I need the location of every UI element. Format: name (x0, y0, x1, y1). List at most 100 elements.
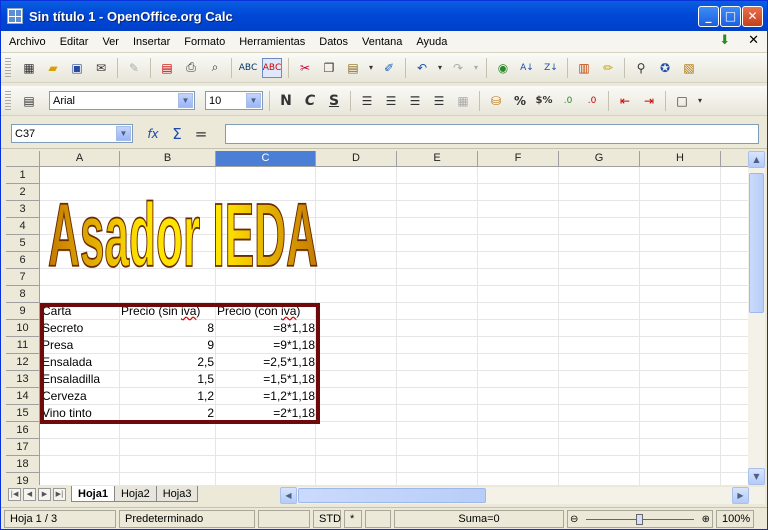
decrease-indent-icon[interactable]: ⇤ (615, 91, 635, 111)
borders-icon[interactable]: □ (672, 91, 692, 111)
scroll-thumb[interactable] (749, 173, 764, 313)
sum-icon[interactable]: Σ (167, 124, 187, 144)
sheet-tab-hoja2[interactable]: Hoja2 (113, 486, 157, 502)
open-folder-icon[interactable]: ▰ (43, 58, 63, 78)
row-header[interactable]: 10 (6, 320, 40, 337)
menu-herramientas[interactable]: Herramientas (239, 36, 305, 48)
row-header[interactable]: 16 (6, 422, 40, 439)
find-replace-icon[interactable]: ⚲ (631, 58, 651, 78)
gallery-icon[interactable]: ▧ (679, 58, 699, 78)
status-selection-mode[interactable]: STD (313, 509, 341, 528)
column-header-c[interactable]: C (216, 151, 316, 167)
close-document-icon[interactable]: ✕ (748, 33, 759, 48)
column-header-h[interactable]: H (640, 151, 721, 167)
last-sheet-icon[interactable]: ▶| (53, 487, 66, 501)
row-header[interactable]: 3 (6, 201, 40, 218)
delete-decimal-icon[interactable]: .0 (582, 91, 602, 111)
scroll-left-icon[interactable]: ◀ (280, 487, 297, 504)
menu-ver[interactable]: Ver (102, 36, 119, 48)
row-header[interactable]: 7 (6, 269, 40, 286)
column-header-d[interactable]: D (316, 151, 397, 167)
menu-editar[interactable]: Editar (60, 36, 89, 48)
row-header[interactable]: 19 (6, 473, 40, 485)
horizontal-scrollbar[interactable]: ◀ ▶ (280, 487, 765, 504)
undo-icon[interactable]: ↶ (412, 58, 432, 78)
spellcheck-icon[interactable]: ABC (238, 58, 258, 78)
zoom-level[interactable]: 100% (716, 509, 754, 528)
menu-archivo[interactable]: Archivo (9, 36, 46, 48)
font-name-combo[interactable]: Arial ▼ (49, 91, 195, 110)
update-download-icon[interactable]: ⬇ (719, 33, 730, 48)
first-sheet-icon[interactable]: |◀ (8, 487, 21, 501)
save-icon[interactable]: ▣ (67, 58, 87, 78)
currency-format-icon[interactable]: ⛁ (486, 91, 506, 111)
cut-icon[interactable]: ✂ (295, 58, 315, 78)
column-header-f[interactable]: F (478, 151, 559, 167)
email-icon[interactable]: ✉ (91, 58, 111, 78)
sheet-tab-hoja3[interactable]: Hoja3 (155, 486, 199, 502)
borders-dropdown-icon[interactable]: ▾ (696, 91, 704, 111)
column-header-partial[interactable] (721, 151, 748, 167)
menu-formato[interactable]: Formato (184, 36, 225, 48)
row-header[interactable]: 18 (6, 456, 40, 473)
row-header[interactable]: 1 (6, 167, 40, 184)
column-header-b[interactable]: B (120, 151, 216, 167)
row-header[interactable]: 2 (6, 184, 40, 201)
chevron-down-icon[interactable]: ▼ (178, 93, 193, 108)
justify-icon[interactable]: ☰ (429, 91, 449, 111)
underline-button[interactable]: S (324, 91, 344, 111)
print-icon[interactable]: ⎙ (181, 58, 201, 78)
align-left-icon[interactable]: ☰ (357, 91, 377, 111)
row-header[interactable]: 14 (6, 388, 40, 405)
standard-format-button[interactable]: $% (534, 91, 554, 111)
hscroll-thumb[interactable] (298, 488, 486, 503)
edit-file-icon[interactable]: ✎ (124, 58, 144, 78)
minimize-button[interactable]: _ (698, 6, 719, 27)
row-header[interactable]: 9 (6, 303, 40, 320)
row-header[interactable]: 17 (6, 439, 40, 456)
row-header[interactable]: 5 (6, 235, 40, 252)
align-center-icon[interactable]: ☰ (381, 91, 401, 111)
spreadsheet-grid[interactable]: A B C D E F G H 1 2 3 4 5 6 7 8 9 10 11 … (6, 151, 748, 485)
menu-ayuda[interactable]: Ayuda (416, 36, 447, 48)
italic-button[interactable]: C (300, 91, 320, 111)
sort-descending-icon[interactable]: Z↓ (541, 58, 561, 78)
menu-ventana[interactable]: Ventana (362, 36, 402, 48)
next-sheet-icon[interactable]: ▶ (38, 487, 51, 501)
status-sum[interactable]: Suma=0 (394, 509, 564, 528)
row-header[interactable]: 15 (6, 405, 40, 422)
wordart-title[interactable]: Asador IEDA (42, 173, 324, 285)
scroll-down-icon[interactable]: ▼ (748, 468, 765, 485)
autospellcheck-icon[interactable]: ABC (262, 57, 282, 78)
row-header[interactable]: 4 (6, 218, 40, 235)
menu-insertar[interactable]: Insertar (133, 36, 170, 48)
print-preview-icon[interactable]: ⌕ (205, 58, 225, 78)
chart-icon[interactable]: ▥ (574, 58, 594, 78)
zoom-slider[interactable]: ⊖ ⊕ (567, 509, 713, 528)
export-pdf-icon[interactable]: ▤ (157, 58, 177, 78)
menu-datos[interactable]: Datos (319, 36, 348, 48)
zoom-out-icon[interactable]: ⊖ (570, 512, 578, 528)
status-signature[interactable] (365, 509, 391, 528)
font-size-combo[interactable]: 10 ▼ (205, 91, 263, 110)
increase-indent-icon[interactable]: ⇥ (639, 91, 659, 111)
bold-button[interactable]: N (276, 91, 296, 111)
name-box[interactable]: C37 ▼ (11, 124, 133, 143)
maximize-button[interactable]: □ (720, 6, 741, 27)
hyperlink-icon[interactable]: ◉ (493, 58, 513, 78)
sort-ascending-icon[interactable]: A↓ (517, 58, 537, 78)
paste-icon[interactable]: ▤ (343, 58, 363, 78)
add-decimal-icon[interactable]: .0 (558, 91, 578, 111)
column-header-a[interactable]: A (40, 151, 120, 167)
row-header[interactable]: 6 (6, 252, 40, 269)
draw-functions-icon[interactable]: ✏ (598, 58, 618, 78)
column-header-e[interactable]: E (397, 151, 478, 167)
select-all-corner[interactable] (6, 151, 40, 167)
merge-cells-icon[interactable]: ▦ (453, 91, 473, 111)
redo-dropdown-icon[interactable]: ▾ (472, 58, 480, 78)
new-document-icon[interactable]: ▦ (19, 58, 39, 78)
undo-dropdown-icon[interactable]: ▾ (436, 58, 444, 78)
styles-icon[interactable]: ▤ (19, 91, 39, 111)
title-bar[interactable]: Sin título 1 - OpenOffice.org Calc _ □ ✕ (1, 1, 767, 31)
sheet-tab-hoja1[interactable]: Hoja1 (71, 486, 115, 502)
